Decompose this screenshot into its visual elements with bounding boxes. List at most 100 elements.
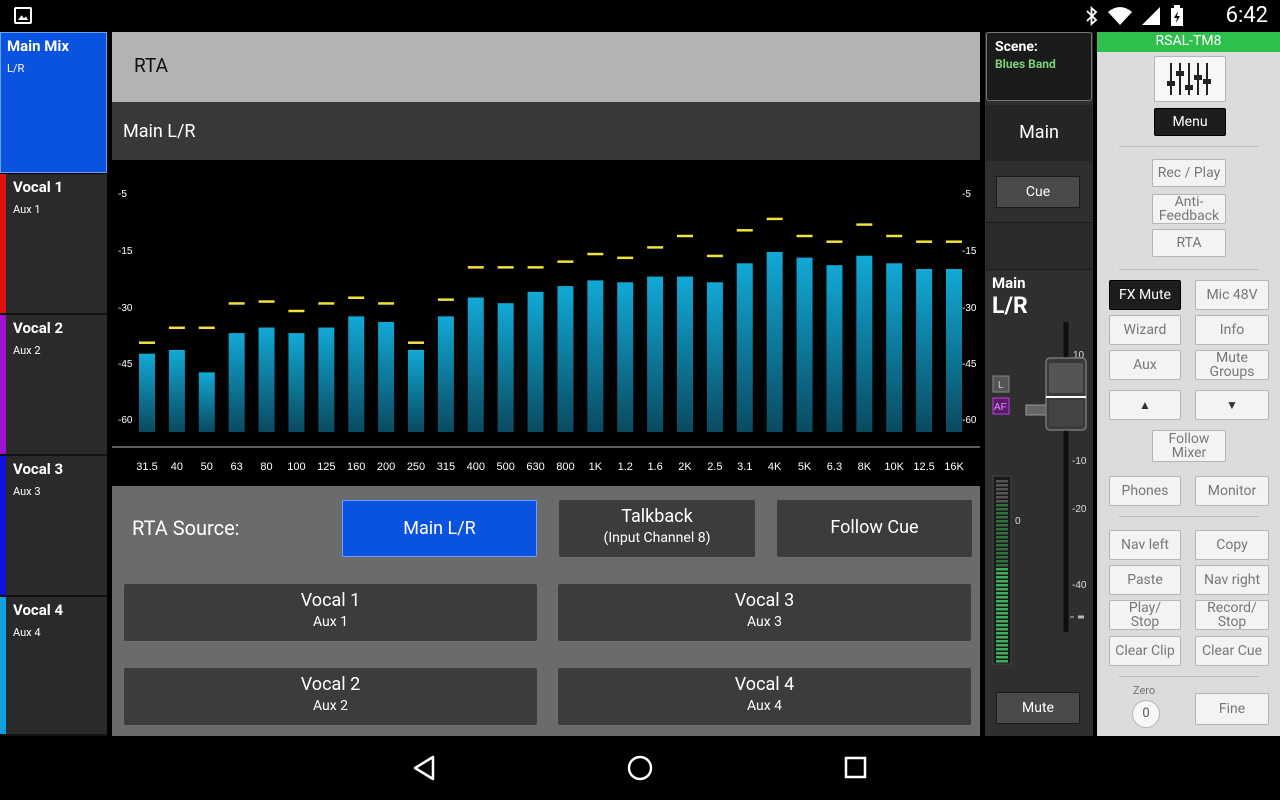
mic-48v-button[interactable]: Mic 48V [1195, 280, 1269, 310]
anti-feedback-button[interactable]: Anti- Feedback [1152, 194, 1226, 224]
up-arrow-button[interactable]: ▲ [1109, 390, 1181, 420]
y-tick-label-left: -5 [118, 189, 127, 200]
x-tick-label: 8K [858, 461, 872, 473]
follow-mixer-button[interactable]: Follow Mixer [1152, 430, 1226, 462]
x-tick-label: 800 [556, 461, 574, 473]
rta-peak-marker [198, 326, 215, 330]
button-label: Mute [1216, 350, 1248, 366]
rta-peak-marker [796, 234, 813, 238]
back-icon[interactable] [413, 755, 435, 781]
nav-icons [413, 755, 867, 781]
fader-scale-label: -40 [1072, 580, 1087, 591]
meter-segment [996, 560, 1008, 563]
zero-button[interactable]: 0 [1132, 700, 1160, 728]
clear-cue-button[interactable]: Clear Cue [1195, 636, 1269, 666]
phones-button[interactable]: Phones [1109, 476, 1181, 506]
source-vocal-3-button[interactable]: Vocal 3 Aux 3 [558, 584, 971, 641]
nav-left-button[interactable]: Nav left [1109, 530, 1181, 560]
play-stop-button[interactable]: Play/ Stop [1109, 600, 1181, 630]
record-stop-button[interactable]: Record/ Stop [1195, 600, 1269, 630]
page-title: RTA [134, 54, 168, 77]
nav-right-button[interactable]: Nav right [1195, 565, 1269, 595]
rta-bar [587, 280, 604, 432]
rta-peak-marker [766, 217, 783, 221]
signal-icon [1142, 7, 1160, 25]
rta-bar [527, 291, 544, 432]
x-tick-label: 100 [287, 461, 305, 473]
rta-button[interactable]: RTA [1152, 229, 1226, 257]
rta-bar [408, 349, 424, 432]
main-panel: RTA Main L/R -5 -5 -15 -15 -30 -30 -45 -45 -60 -6… [112, 32, 980, 736]
divider [1119, 269, 1259, 270]
source-talkback-button[interactable]: Talkback (Input Channel 8) [559, 500, 755, 557]
status-icons [1086, 5, 1184, 27]
scene-display[interactable]: Scene: Blues Band [986, 32, 1092, 101]
meter-segment [996, 500, 1008, 503]
meter-segment [996, 520, 1008, 523]
mixer-icon-button[interactable] [1154, 56, 1226, 102]
rec-play-button[interactable]: Rec / Play [1152, 159, 1226, 187]
source-vocal-1-button[interactable]: Vocal 1 Aux 1 [124, 584, 537, 641]
monitor-button[interactable]: Monitor [1195, 476, 1269, 506]
fader-graphic: 0 L AF 10 0 -10 -20 -40 [992, 322, 1087, 665]
meter-segment [996, 556, 1008, 559]
fader-knob[interactable] [1045, 357, 1087, 431]
source-vocal-2-button[interactable]: Vocal 2 Aux 2 [124, 668, 537, 725]
copy-button[interactable]: Copy [1195, 530, 1269, 560]
mute-groups-button[interactable]: Mute Groups [1195, 350, 1269, 380]
fx-mute-button[interactable]: FX Mute [1109, 280, 1181, 310]
paste-button[interactable]: Paste [1109, 565, 1181, 595]
sidebar-item-vocal-2[interactable]: Vocal 2 Aux 2 [0, 315, 107, 456]
rta-peak-marker [258, 300, 275, 303]
x-tick-label: 50 [201, 461, 213, 473]
rta-bar [647, 276, 664, 432]
wifi-icon [1108, 7, 1132, 25]
rta-bar [168, 349, 185, 432]
rta-bar [318, 327, 335, 432]
info-button[interactable]: Info [1195, 315, 1269, 345]
x-tick-label: 630 [526, 461, 544, 473]
sidebar-item-vocal-1[interactable]: Vocal 1 Aux 1 [0, 174, 107, 315]
rta-peak-marker [886, 234, 903, 238]
source-main-lr-button[interactable]: Main L/R [342, 500, 537, 557]
rta-peak-marker [378, 302, 395, 305]
wizard-button[interactable]: Wizard [1109, 315, 1181, 345]
meter-segment [996, 512, 1008, 515]
sidebar-item-main-mix[interactable]: Main Mix L/R [0, 32, 107, 173]
x-tick-label: 12.5 [913, 461, 934, 473]
sidebar-item-subtitle: Aux 2 [13, 344, 41, 357]
x-tick-label: 40 [171, 461, 183, 473]
source-vocal-4-button[interactable]: Vocal 4 Aux 4 [558, 668, 971, 725]
source-follow-cue-button[interactable]: Follow Cue [777, 500, 972, 557]
device-name-bar[interactable]: RSAL-TM8 [1097, 32, 1280, 52]
mute-button[interactable]: Mute [996, 692, 1080, 724]
rta-subheader: Main L/R [112, 104, 980, 160]
rta-bar [228, 333, 245, 432]
sidebar-item-title: Vocal 3 [13, 460, 64, 478]
rta-bar [826, 265, 843, 432]
sidebar-item-title: Main Mix [7, 37, 69, 55]
button-label: Vocal 4 [734, 674, 795, 695]
divider [1119, 676, 1259, 677]
rta-source-panel: RTA Source: Main L/R Talkback (Input Cha… [112, 486, 980, 736]
home-icon[interactable] [627, 755, 653, 781]
meter-segment [996, 576, 1008, 579]
cue-button[interactable]: Cue [996, 176, 1080, 208]
menu-button[interactable]: Menu [1154, 108, 1226, 136]
down-arrow-button[interactable]: ▼ [1195, 390, 1269, 420]
rta-peak-marker [617, 256, 634, 260]
x-tick-label: 16K [944, 461, 964, 473]
x-tick-label: 160 [347, 461, 365, 473]
sidebar-item-vocal-4[interactable]: Vocal 4 Aux 4 [0, 597, 107, 736]
clear-clip-button[interactable]: Clear Clip [1109, 636, 1181, 666]
fine-button[interactable]: Fine [1195, 693, 1269, 725]
button-sublabel: Aux 2 [312, 698, 349, 714]
sidebar-item-vocal-3[interactable]: Vocal 3 Aux 3 [0, 456, 107, 597]
rta-peak-marker [527, 266, 544, 269]
y-tick-label-left: -15 [118, 246, 133, 257]
meter-segment [996, 624, 1008, 627]
rta-peak-marker [946, 240, 962, 243]
recents-icon[interactable] [844, 756, 867, 779]
aux-button[interactable]: Aux [1109, 350, 1181, 380]
x-tick-label: 5K [798, 461, 812, 473]
